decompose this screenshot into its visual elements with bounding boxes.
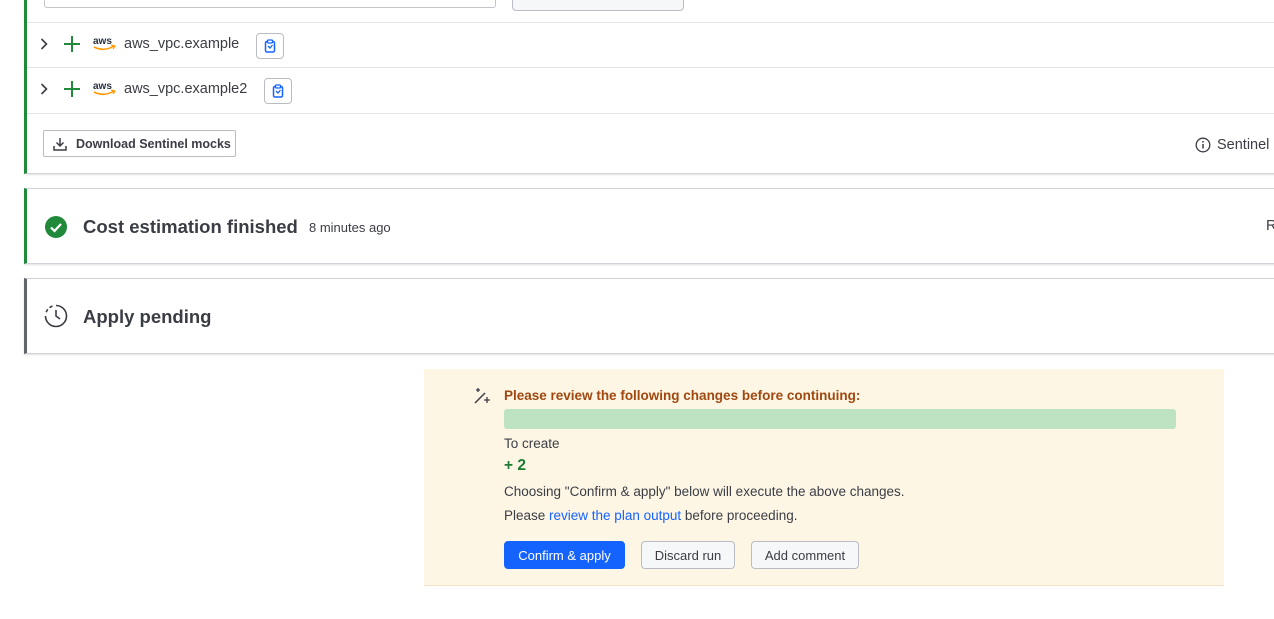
filter-input[interactable] <box>44 0 496 8</box>
cost-estimation-title: Cost estimation finished <box>83 216 298 237</box>
clipboard-icon <box>264 39 276 53</box>
filter-button[interactable] <box>512 0 684 11</box>
svg-text:aws: aws <box>93 81 112 92</box>
apply-pending-title: Apply pending <box>83 306 212 327</box>
chevron-right-icon[interactable] <box>39 82 49 96</box>
resource-row[interactable]: aws aws_vpc.example <box>27 22 1274 67</box>
svg-text:aws: aws <box>93 36 112 47</box>
resource-name: aws_vpc.example <box>124 36 240 52</box>
plus-icon <box>64 36 80 52</box>
review-plan-output-link[interactable]: review the plan output <box>549 508 681 523</box>
cost-estimation-panel[interactable]: Cost estimation finished 8 minutes ago R <box>24 188 1274 264</box>
cost-estimation-time: 8 minutes ago <box>309 220 391 235</box>
review-description: Choosing "Confirm & apply" below will ex… <box>504 484 905 499</box>
add-comment-button[interactable]: Add comment <box>751 541 859 569</box>
review-instruction: Please review the plan output before pro… <box>504 508 797 523</box>
download-label: Download Sentinel mocks <box>76 136 231 151</box>
plus-icon <box>64 81 80 97</box>
check-circle-icon <box>45 216 67 238</box>
cost-estimation-right-text: R <box>1266 218 1274 234</box>
download-sentinel-mocks-button[interactable]: Download Sentinel mocks <box>43 130 236 157</box>
download-icon <box>53 137 67 151</box>
aws-logo-icon: aws <box>93 81 116 96</box>
resources-panel: aws aws_vpc.example aws aws_vpc.example2 <box>24 0 1274 174</box>
aws-logo-icon: aws <box>93 36 116 51</box>
clock-pending-icon <box>44 304 68 328</box>
review-instruction-suffix: before proceeding. <box>681 508 798 523</box>
sentinel-info-label: Sentinel r <box>1217 137 1274 153</box>
magic-wand-icon <box>474 388 490 404</box>
review-changes-box: Please review the following changes befo… <box>424 369 1224 586</box>
to-create-count: + 2 <box>504 457 526 474</box>
review-instruction-prefix: Please <box>504 508 550 523</box>
clipboard-icon <box>272 84 284 98</box>
discard-run-button[interactable]: Discard run <box>641 541 735 569</box>
resource-row[interactable]: aws aws_vpc.example2 <box>27 67 1274 112</box>
sentinel-info-link[interactable]: Sentinel r <box>1195 137 1274 153</box>
review-heading: Please review the following changes befo… <box>504 388 861 403</box>
to-create-label: To create <box>504 436 560 451</box>
create-changes-bar <box>504 409 1176 429</box>
resources-footer: Download Sentinel mocks Sentinel r <box>27 113 1274 173</box>
copy-button[interactable] <box>256 33 284 59</box>
info-icon <box>1195 137 1211 153</box>
chevron-right-icon[interactable] <box>39 37 49 51</box>
confirm-apply-button[interactable]: Confirm & apply <box>504 541 625 569</box>
apply-pending-panel: Apply pending <box>24 278 1274 354</box>
copy-button[interactable] <box>264 78 292 104</box>
resource-name: aws_vpc.example2 <box>124 81 248 97</box>
